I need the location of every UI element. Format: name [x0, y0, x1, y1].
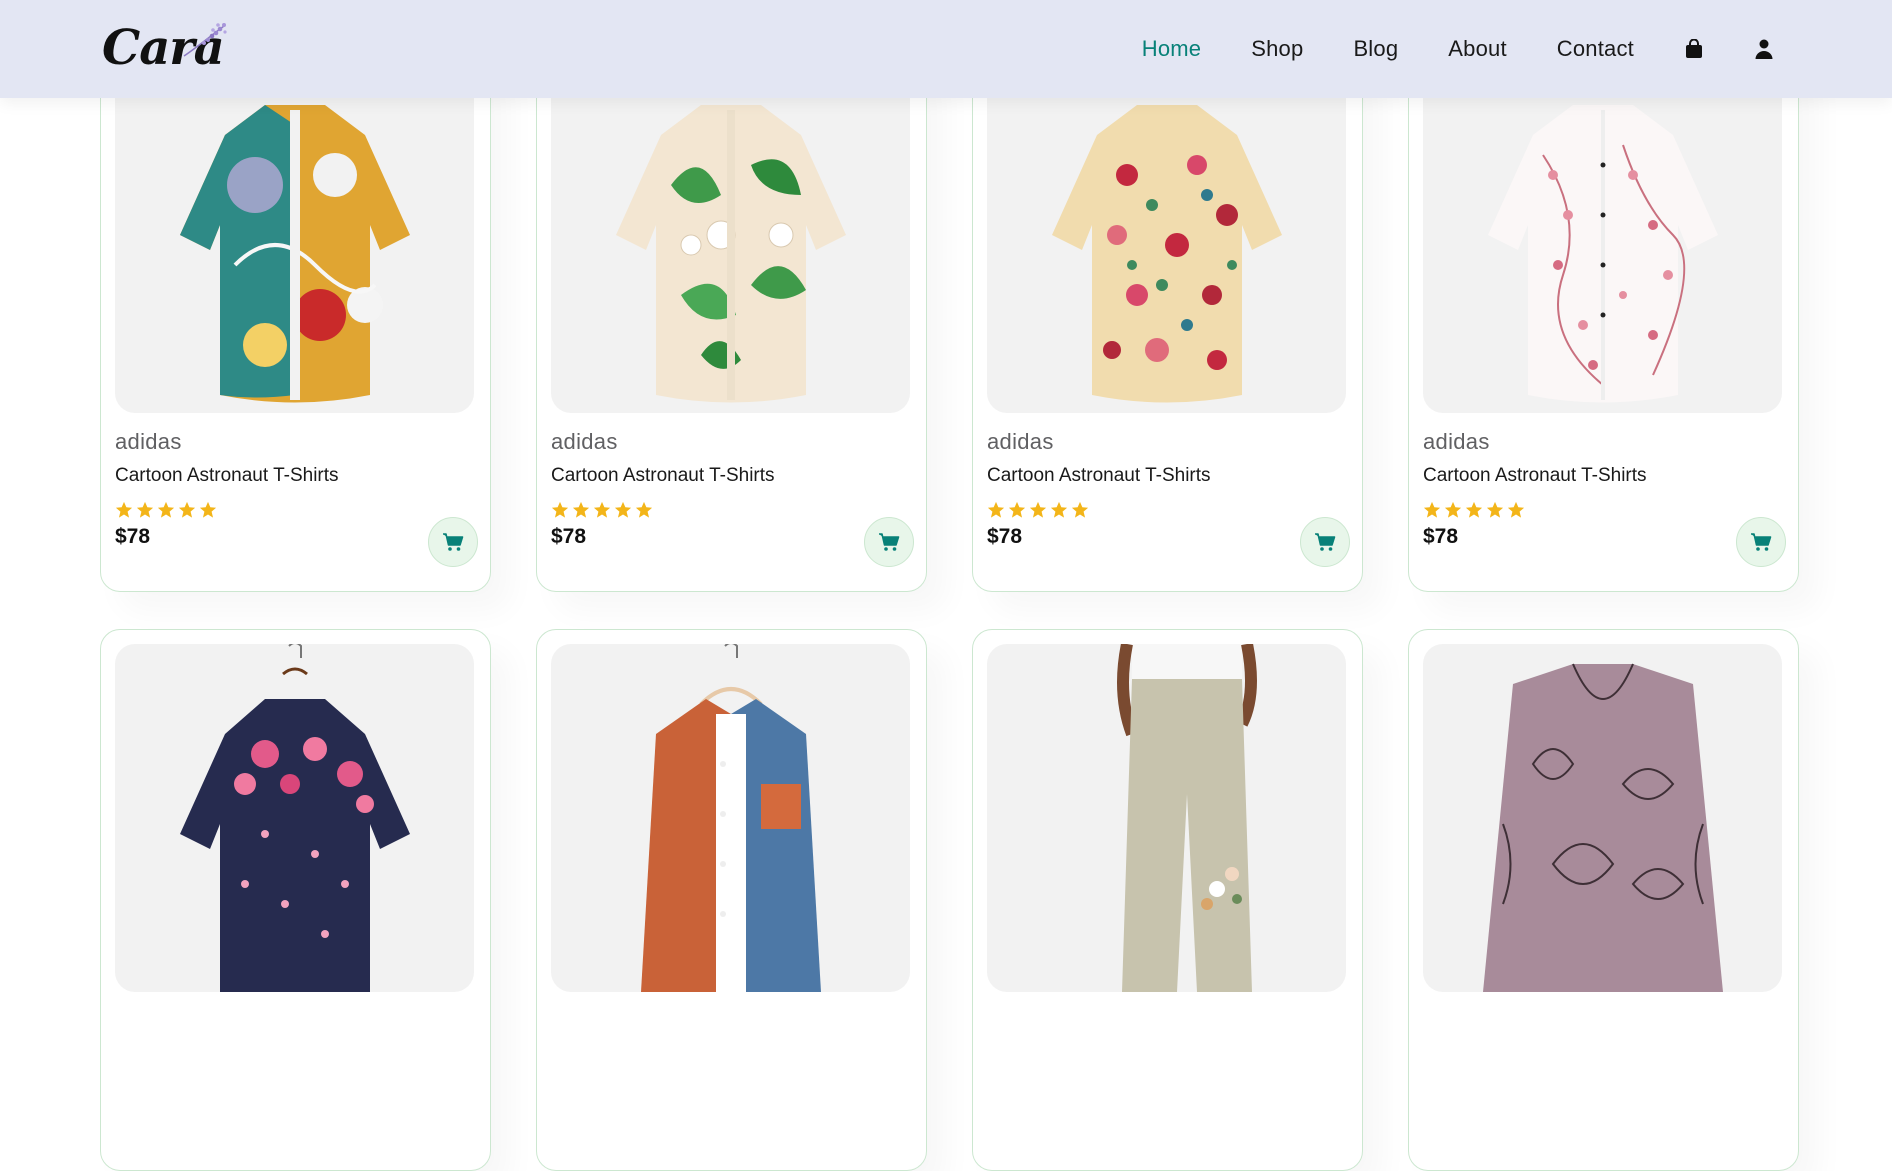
main-nav: Home Shop Blog About Contact [1092, 0, 1892, 98]
star-icon [199, 501, 217, 518]
star-icon [1029, 501, 1047, 518]
rating-stars [551, 501, 912, 519]
add-to-cart-button[interactable] [864, 517, 914, 567]
cart-icon [1751, 533, 1772, 551]
product-card[interactable] [1408, 629, 1799, 1171]
star-icon [1486, 501, 1504, 518]
logo[interactable]: Cara [102, 20, 232, 76]
product-price: $78 [987, 525, 1023, 548]
user-icon[interactable] [1754, 38, 1774, 60]
add-to-cart-button[interactable] [428, 517, 478, 567]
star-icon [572, 501, 590, 518]
cart-icon [1315, 533, 1336, 551]
product-price: $78 [1423, 525, 1459, 548]
add-to-cart-button[interactable] [1300, 517, 1350, 567]
star-icon [178, 501, 196, 518]
rating-stars [987, 501, 1348, 519]
star-icon [136, 501, 154, 518]
star-icon [1444, 501, 1462, 518]
product-card[interactable] [100, 629, 491, 1171]
product-title[interactable]: Cartoon Astronaut T-Shirts [115, 465, 476, 487]
product-image-cat-print-top[interactable] [1423, 644, 1782, 992]
product-price: $78 [551, 525, 587, 548]
product-image-blossom-print-shirt[interactable] [1423, 65, 1782, 413]
shopping-bag-icon[interactable] [1684, 38, 1704, 60]
nav-link-contact[interactable]: Contact [1557, 36, 1634, 62]
product-image-lily-print-shirt[interactable] [551, 65, 910, 413]
star-icon [1050, 501, 1068, 518]
product-image-navy-floral-shirt[interactable] [115, 644, 474, 992]
cart-icon [443, 533, 464, 551]
product-title[interactable]: Cartoon Astronaut T-Shirts [987, 465, 1348, 487]
product-image-corduroy-colorblock-jacket[interactable] [551, 644, 910, 992]
product-brand: adidas [1423, 429, 1490, 454]
star-icon [1071, 501, 1089, 518]
star-icon [1423, 501, 1441, 518]
product-brand: adidas [115, 429, 182, 454]
star-icon [635, 501, 653, 518]
star-icon [157, 501, 175, 518]
star-icon [1465, 501, 1483, 518]
product-brand: adidas [551, 429, 618, 454]
product-card[interactable] [536, 629, 927, 1171]
star-icon [593, 501, 611, 518]
product-card[interactable]: adidas Cartoon Astronaut T-Shirts $78 [972, 50, 1363, 592]
product-title[interactable]: Cartoon Astronaut T-Shirts [1423, 465, 1784, 487]
star-icon [1008, 501, 1026, 518]
nav-link-about[interactable]: About [1448, 36, 1507, 62]
product-card[interactable] [972, 629, 1363, 1171]
add-to-cart-button[interactable] [1736, 517, 1786, 567]
rating-stars [115, 501, 476, 519]
star-icon [115, 501, 133, 518]
product-image-rose-print-shirt[interactable] [987, 65, 1346, 413]
product-card[interactable]: adidas Cartoon Astronaut T-Shirts $78 [100, 50, 491, 592]
product-price: $78 [115, 525, 151, 548]
nav-link-blog[interactable]: Blog [1353, 36, 1398, 62]
site-header: Cara Home Shop Blog About Contact [0, 0, 1892, 98]
lavender-sprig-icon [183, 23, 227, 57]
nav-link-shop[interactable]: Shop [1251, 36, 1303, 62]
star-icon [1507, 501, 1525, 518]
rating-stars [1423, 501, 1784, 519]
product-brand: adidas [987, 429, 1054, 454]
cart-icon [879, 533, 900, 551]
product-card[interactable]: adidas Cartoon Astronaut T-Shirts $78 [1408, 50, 1799, 592]
product-card[interactable]: adidas Cartoon Astronaut T-Shirts $78 [536, 50, 927, 592]
star-icon [551, 501, 569, 518]
product-title[interactable]: Cartoon Astronaut T-Shirts [551, 465, 912, 487]
product-image-abstract-print-shirt[interactable] [115, 65, 474, 413]
star-icon [614, 501, 632, 518]
nav-link-home[interactable]: Home [1142, 36, 1202, 62]
product-image-linen-embroidered-pants[interactable] [987, 644, 1346, 992]
star-icon [987, 501, 1005, 518]
